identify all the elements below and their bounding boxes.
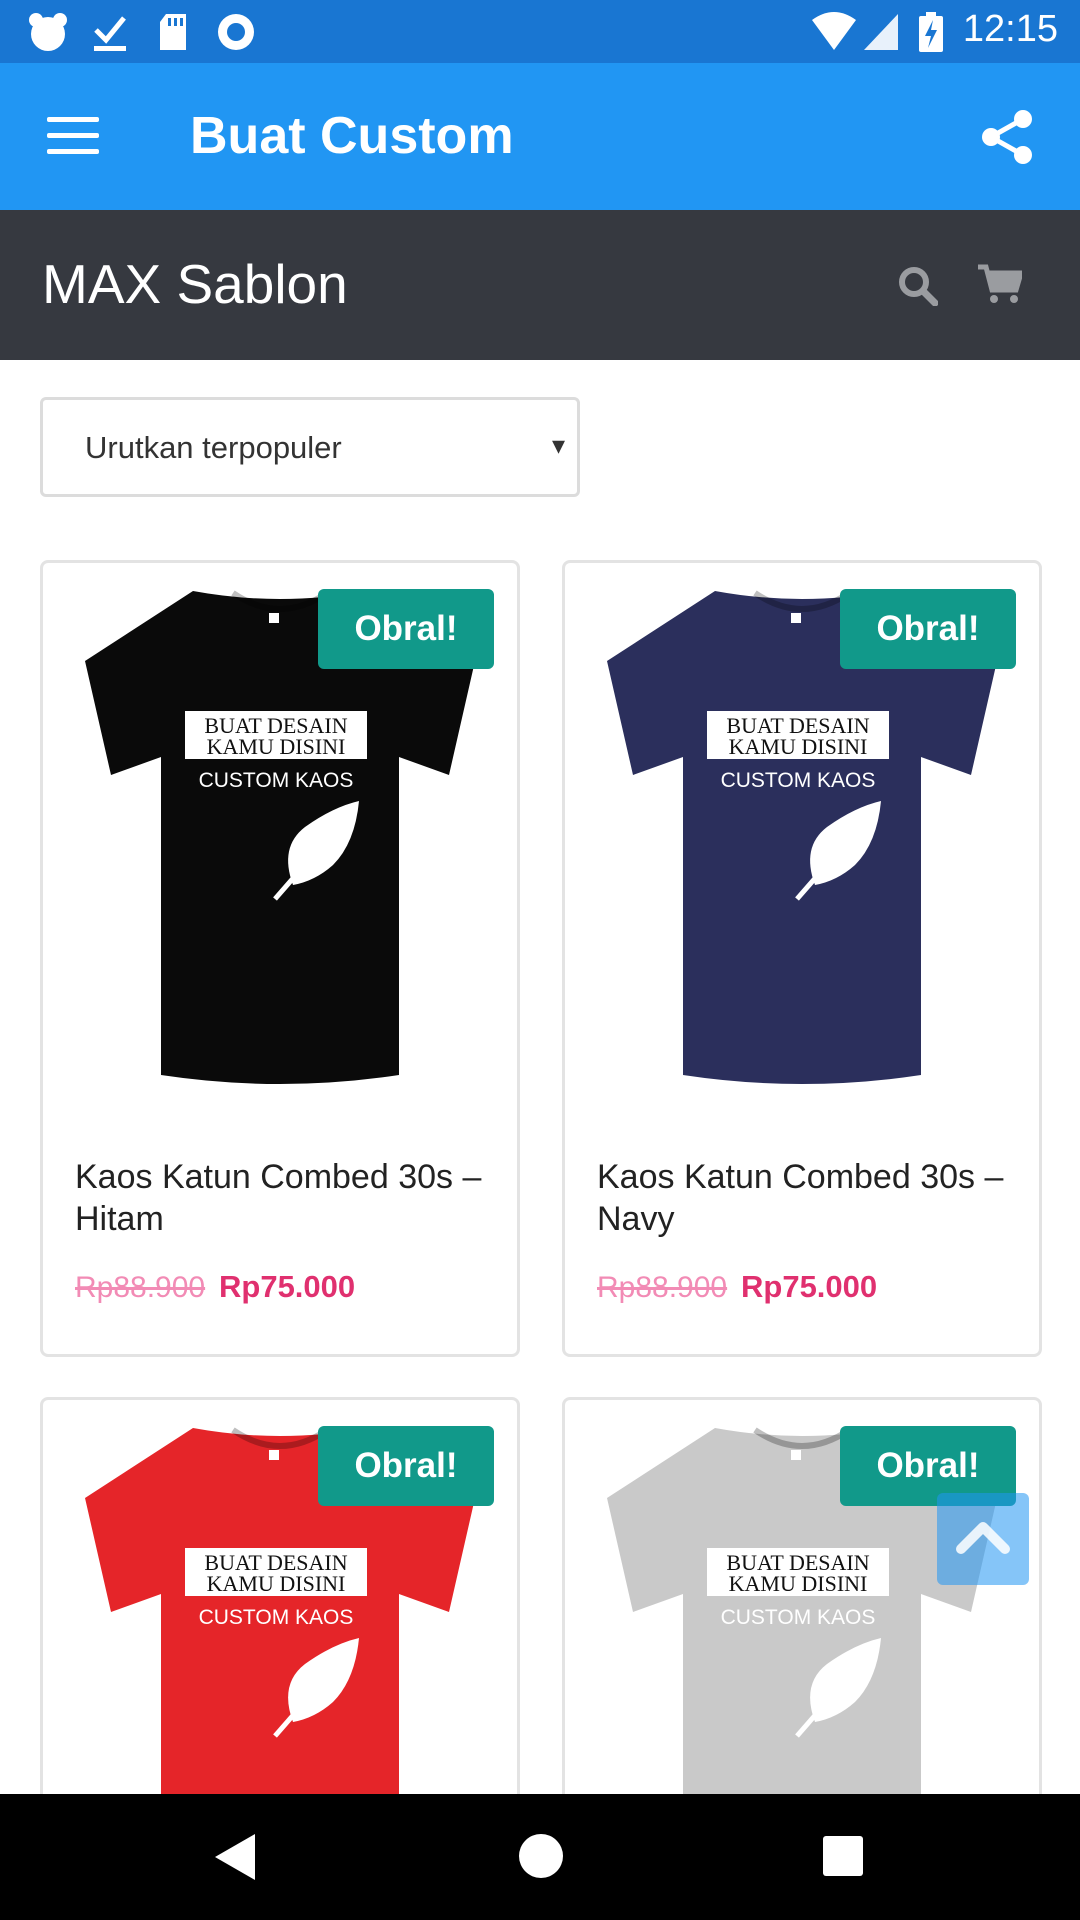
print-line-2: KAMU DISINI bbox=[729, 1571, 868, 1596]
cloud-icon bbox=[29, 13, 67, 51]
cart-icon[interactable] bbox=[978, 264, 1022, 304]
sale-badge: Obral! bbox=[318, 589, 494, 669]
chevron-up-icon bbox=[956, 1522, 1010, 1554]
wifi-icon bbox=[812, 12, 856, 50]
record-icon bbox=[218, 14, 254, 50]
sort-select[interactable]: Urutkan terpopuler ▾ bbox=[40, 397, 580, 497]
status-bar: 12:15 bbox=[0, 0, 1080, 63]
label-tag bbox=[791, 1450, 801, 1460]
sale-price: Rp75.000 bbox=[219, 1269, 356, 1304]
original-price: Rp88.900 bbox=[597, 1271, 728, 1304]
label-tag bbox=[791, 613, 801, 623]
store-title[interactable]: MAX Sablon bbox=[42, 252, 348, 316]
share-icon[interactable] bbox=[980, 109, 1034, 165]
sd-card-icon bbox=[160, 14, 186, 50]
product-card[interactable]: BUAT DESAIN KAMU DISINI CUSTOM KAOS Obral!… bbox=[40, 560, 520, 1357]
sale-badge: Obral! bbox=[318, 1426, 494, 1506]
download-done-icon bbox=[94, 16, 126, 51]
scroll-to-top-button[interactable] bbox=[937, 1493, 1029, 1585]
sale-badge: Obral! bbox=[840, 589, 1016, 669]
print-line-2: KAMU DISINI bbox=[207, 734, 346, 759]
print-line-3: CUSTOM KAOS bbox=[721, 1606, 876, 1629]
home-icon[interactable] bbox=[519, 1834, 563, 1878]
search-icon[interactable] bbox=[898, 266, 938, 306]
clock: 12:15 bbox=[962, 8, 1058, 50]
chevron-down-icon: ▾ bbox=[551, 430, 565, 460]
print-line-2: KAMU DISINI bbox=[729, 734, 868, 759]
battery-charging-icon bbox=[919, 12, 943, 52]
label-tag bbox=[269, 613, 279, 623]
original-price: Rp88.900 bbox=[75, 1271, 206, 1304]
recent-apps-icon[interactable] bbox=[823, 1836, 863, 1876]
product-name[interactable]: Kaos Katun Combed 30s – Navy bbox=[597, 1156, 1017, 1240]
store-header: MAX Sablon bbox=[0, 210, 1080, 360]
signal-icon bbox=[864, 14, 898, 50]
print-line-3: CUSTOM KAOS bbox=[721, 769, 876, 792]
sale-price: Rp75.000 bbox=[741, 1269, 878, 1304]
sort-selected-value: Urutkan terpopuler bbox=[85, 430, 342, 465]
back-icon[interactable] bbox=[215, 1834, 255, 1880]
print-line-3: CUSTOM KAOS bbox=[199, 769, 354, 792]
app-bar: Buat Custom bbox=[0, 63, 1080, 210]
menu-icon[interactable] bbox=[47, 117, 99, 155]
product-name[interactable]: Kaos Katun Combed 30s – Hitam bbox=[75, 1156, 495, 1240]
print-line-2: KAMU DISINI bbox=[207, 1571, 346, 1596]
product-card[interactable]: BUAT DESAIN KAMU DISINI CUSTOM KAOS Obral!… bbox=[562, 560, 1042, 1357]
app-title: Buat Custom bbox=[190, 107, 514, 165]
print-line-3: CUSTOM KAOS bbox=[199, 1606, 354, 1629]
label-tag bbox=[269, 1450, 279, 1460]
system-nav-bar bbox=[0, 1794, 1080, 1920]
